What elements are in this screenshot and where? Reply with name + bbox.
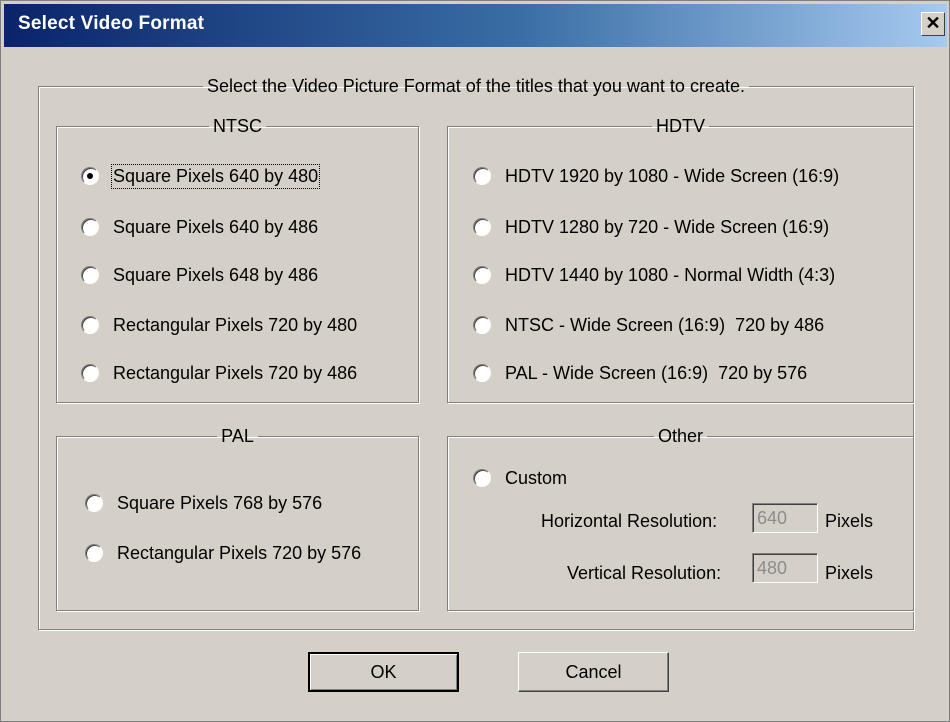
radio-label: Rectangular Pixels 720 by 480 [113, 314, 358, 335]
radio-ntsc-square-640x486[interactable]: Square Pixels 640 by 486 [81, 213, 318, 241]
ntsc-group-label: NTSC [213, 116, 262, 136]
horizontal-resolution-label: Horizontal Resolution: [541, 511, 718, 531]
radio-hdtv-1280x720[interactable]: HDTV 1280 by 720 - Wide Screen (16:9) [473, 213, 829, 241]
cancel-button[interactable]: Cancel [518, 652, 669, 692]
radio-hdtv-1440x1080[interactable]: HDTV 1440 by 1080 - Normal Width (4:3) [473, 261, 835, 289]
radio-label: PAL - Wide Screen (16:9) 720 by 576 [505, 362, 808, 383]
radio-button[interactable] [473, 266, 491, 284]
radio-button[interactable] [85, 494, 103, 512]
close-icon[interactable]: ✕ [921, 12, 945, 36]
radio-ntsc-widescreen[interactable]: NTSC - Wide Screen (16:9) 720 by 486 [473, 311, 824, 339]
pal-group: PAL [56, 426, 419, 611]
radio-label: Square Pixels 640 by 486 [113, 216, 319, 237]
vertical-resolution-label: Vertical Resolution: [567, 563, 722, 583]
radio-label: Rectangular Pixels 720 by 576 [117, 542, 362, 563]
radio-label: HDTV 1440 by 1080 - Normal Width (4:3) [505, 264, 836, 285]
horizontal-resolution-field[interactable] [752, 503, 818, 533]
radio-ntsc-square-648x486[interactable]: Square Pixels 648 by 486 [81, 261, 318, 289]
radio-button[interactable] [81, 364, 99, 382]
radio-pal-square-768x576[interactable]: Square Pixels 768 by 576 [85, 489, 322, 517]
radio-button[interactable] [85, 544, 103, 562]
radio-button[interactable] [473, 167, 491, 185]
radio-label: Custom [505, 467, 568, 488]
radio-button-selected[interactable] [81, 167, 99, 185]
other-group-label: Other [657, 426, 704, 446]
radio-hdtv-1920x1080[interactable]: HDTV 1920 by 1080 - Wide Screen (16:9) [473, 162, 839, 190]
radio-label: HDTV 1920 by 1080 - Wide Screen (16:9) [505, 165, 840, 186]
vertical-unit-label: Pixels [825, 563, 874, 583]
radio-button[interactable] [81, 218, 99, 236]
radio-pal-widescreen[interactable]: PAL - Wide Screen (16:9) 720 by 576 [473, 359, 807, 387]
vertical-resolution-field[interactable] [752, 553, 818, 583]
radio-button[interactable] [473, 469, 491, 487]
radio-pal-rect-720x576[interactable]: Rectangular Pixels 720 by 576 [85, 539, 361, 567]
radio-label: Square Pixels 648 by 486 [113, 264, 319, 285]
radio-label: Square Pixels 640 by 480 [110, 163, 321, 189]
radio-ntsc-rect-720x486[interactable]: Rectangular Pixels 720 by 486 [81, 359, 357, 387]
radio-button[interactable] [473, 218, 491, 236]
video-format-instructions: Select the Video Picture Format of the t… [207, 76, 745, 96]
dialog-title: Select Video Format [18, 13, 205, 34]
radio-button[interactable] [473, 316, 491, 334]
radio-label: HDTV 1280 by 720 - Wide Screen (16:9) [505, 216, 830, 237]
radio-label: Rectangular Pixels 720 by 486 [113, 362, 358, 383]
hdtv-group-label: HDTV [656, 116, 705, 136]
select-video-format-dialog: Select Video Format ✕ Select the Video P… [0, 0, 950, 722]
radio-button[interactable] [81, 316, 99, 334]
radio-label: Square Pixels 768 by 576 [117, 492, 323, 513]
pal-group-label: PAL [221, 426, 254, 446]
horizontal-unit-label: Pixels [825, 511, 874, 531]
radio-button[interactable] [81, 266, 99, 284]
radio-label: NTSC - Wide Screen (16:9) 720 by 486 [505, 314, 825, 335]
radio-ntsc-rect-720x480[interactable]: Rectangular Pixels 720 by 480 [81, 311, 357, 339]
radio-custom[interactable]: Custom [473, 464, 567, 492]
radio-ntsc-square-640x480[interactable]: Square Pixels 640 by 480 [81, 162, 321, 190]
title-bar[interactable]: Select Video Format ✕ [4, 4, 947, 47]
radio-button[interactable] [473, 364, 491, 382]
ok-button[interactable]: OK [308, 652, 459, 692]
